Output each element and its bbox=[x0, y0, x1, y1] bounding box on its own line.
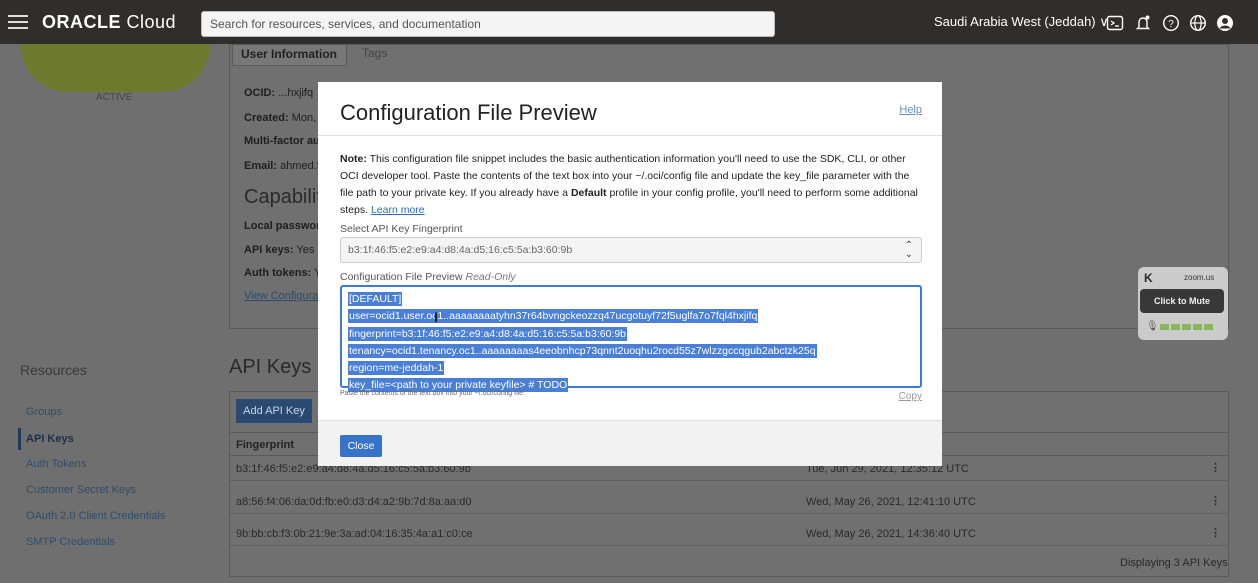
config-line: tenancy=ocid1.tenancy.oc1..aaaaaaaas4eeo… bbox=[348, 343, 817, 358]
configuration-file-preview-dialog: Configuration File Preview Help Note: Th… bbox=[318, 82, 942, 466]
ocid-field: OCID: ...hxjifq bbox=[244, 87, 314, 99]
config-line: fingerprint=b3:1f:46:f5:e2:e9:a4:d8:4a:d… bbox=[348, 326, 628, 341]
config-line: region=me-jeddah-1 bbox=[348, 361, 445, 376]
svg-text:?: ? bbox=[1168, 19, 1174, 30]
user-avatar bbox=[20, 44, 210, 92]
tab-tags[interactable]: Tags bbox=[362, 44, 387, 62]
mfa-field: Multi-factor au bbox=[244, 135, 320, 147]
capabilities-title: Capabiliti bbox=[244, 186, 327, 208]
active-indicator bbox=[18, 428, 21, 450]
table-row: 9b:bb:cb:f3:0b:21:9e:3a:ad:04:16:35:4a:a… bbox=[229, 522, 1229, 546]
zoom-k-logo-icon: K bbox=[1144, 271, 1153, 285]
oracle-cloud-logo[interactable]: ORACLE Cloud bbox=[42, 12, 176, 33]
region-selector[interactable]: Saudi Arabia West (Jeddah) ∨ bbox=[934, 14, 1109, 30]
dialog-footer: Close bbox=[318, 420, 942, 466]
capability-local-password: Local passwor bbox=[244, 220, 321, 232]
cloud-shell-icon[interactable] bbox=[1104, 12, 1126, 34]
sidebar-item-groups[interactable]: Groups bbox=[26, 406, 62, 418]
search-input[interactable]: Search for resources, services, and docu… bbox=[201, 11, 775, 37]
tab-user-information[interactable]: User Information bbox=[232, 44, 347, 66]
notifications-bell-icon[interactable] bbox=[1132, 12, 1154, 34]
api-keys-title: API Keys bbox=[229, 356, 312, 378]
sidebar-item-auth-tokens[interactable]: Auth Tokens bbox=[26, 458, 86, 470]
audio-level-meter bbox=[1160, 324, 1215, 330]
sidebar-item-api-keys[interactable]: API Keys bbox=[26, 433, 74, 445]
created-cell: Wed, May 26, 2021, 12:41:10 UTC bbox=[806, 496, 976, 508]
divider bbox=[318, 135, 942, 136]
menu-icon[interactable] bbox=[8, 15, 28, 29]
click-to-mute-button[interactable]: Click to Mute bbox=[1140, 289, 1224, 313]
created-cell: Wed, May 26, 2021, 14:36:40 UTC bbox=[806, 528, 976, 540]
created-field: Created: Mon, bbox=[244, 112, 317, 124]
preview-label: Configuration File Preview Read-Only bbox=[340, 271, 516, 283]
view-configuration-link[interactable]: View Configurat bbox=[244, 290, 321, 302]
row-actions-icon[interactable]: ⋮ bbox=[1210, 526, 1221, 539]
profile-avatar-icon[interactable] bbox=[1214, 12, 1236, 34]
zoom-brand: zoom.us bbox=[1184, 273, 1215, 282]
copy-link[interactable]: Copy bbox=[899, 391, 922, 402]
table-row: a8:56:f4:06:da:0d:fb:e0:d3:d4:a2:9b:7d:8… bbox=[229, 490, 1229, 514]
row-actions-icon[interactable]: ⋮ bbox=[1210, 461, 1221, 474]
language-globe-icon[interactable] bbox=[1187, 12, 1209, 34]
select-fingerprint-label: Select API Key Fingerprint bbox=[340, 223, 463, 235]
sidebar-item-oauth-credentials[interactable]: OAuth 2.0 Client Credentials bbox=[26, 510, 165, 522]
top-navigation-bar: ORACLE Cloud Search for resources, servi… bbox=[0, 0, 1258, 44]
dialog-title: Configuration File Preview bbox=[340, 100, 597, 125]
config-line: user=ocid1.user.oc1..aaaaaaaatyhn37r64bv… bbox=[348, 309, 759, 324]
config-preview-textarea[interactable]: [DEFAULT] user=ocid1.user.oc1..aaaaaaaat… bbox=[340, 285, 922, 393]
capability-api-keys: API keys: Yes bbox=[244, 244, 315, 256]
zoom-widget[interactable]: K zoom.us Click to Mute 🎙 bbox=[1138, 267, 1228, 340]
fingerprint-select[interactable]: b3:1f:46:f5:e2:e9:a4:d8:4a:d5:16:c5:5a:b… bbox=[340, 237, 922, 263]
paste-hint: Paste the contents of the text box into … bbox=[340, 390, 526, 397]
close-button[interactable]: Close bbox=[340, 435, 382, 457]
fingerprint-cell: 9b:bb:cb:f3:0b:21:9e:3a:ad:04:16:35:4a:a… bbox=[236, 528, 473, 540]
capability-auth-tokens: Auth tokens: Y bbox=[244, 267, 322, 279]
config-line: [DEFAULT] bbox=[348, 292, 403, 306]
user-status-label: ACTIVE bbox=[96, 92, 133, 103]
resources-title: Resources bbox=[20, 362, 87, 378]
row-actions-icon[interactable]: ⋮ bbox=[1210, 494, 1221, 507]
sidebar-item-smtp-credentials[interactable]: SMTP Credentials bbox=[26, 536, 115, 548]
microphone-icon: 🎙 bbox=[1146, 321, 1159, 332]
note-paragraph: Note: This configuration file snippet in… bbox=[340, 153, 918, 216]
fingerprint-cell: a8:56:f4:06:da:0d:fb:e0:d3:d4:a2:9b:7d:8… bbox=[236, 496, 472, 508]
sidebar-item-customer-secret-keys[interactable]: Customer Secret Keys bbox=[26, 484, 136, 496]
help-icon[interactable]: ? bbox=[1160, 12, 1182, 34]
chevron-updown-icon: ⌃ ⌄ bbox=[904, 240, 913, 260]
displaying-count: Displaying 3 API Keys bbox=[1120, 557, 1228, 569]
learn-more-link[interactable]: Learn more bbox=[371, 204, 425, 216]
help-link[interactable]: Help bbox=[899, 104, 922, 116]
add-api-key-button[interactable]: Add API Key bbox=[236, 399, 312, 423]
email-field: Email: ahmed.f bbox=[244, 160, 320, 172]
text-cursor-icon: I bbox=[434, 309, 438, 325]
